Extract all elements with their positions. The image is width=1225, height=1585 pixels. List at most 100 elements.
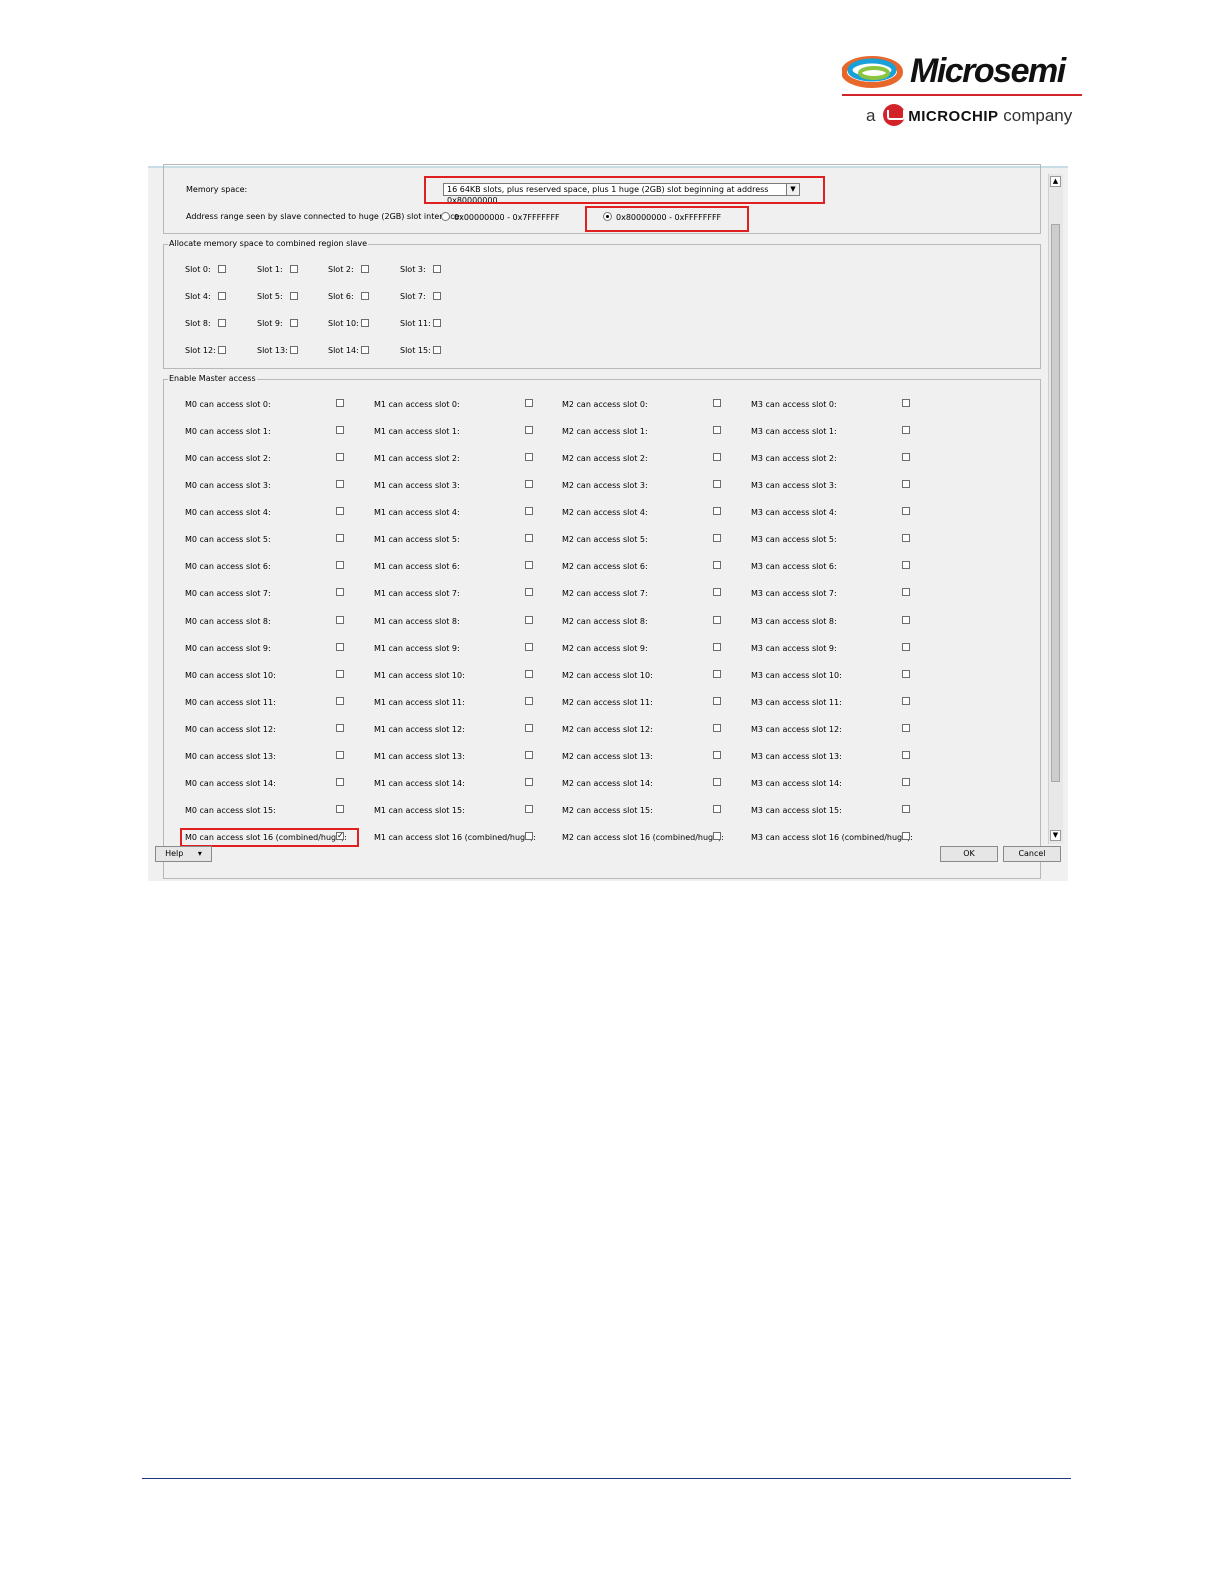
master-access-checkbox[interactable] xyxy=(902,724,910,732)
scroll-up-icon[interactable]: ▲ xyxy=(1050,176,1061,187)
master-access-checkbox[interactable] xyxy=(902,832,910,840)
scroll-down-icon[interactable]: ▼ xyxy=(1050,830,1061,841)
slot-checkbox[interactable] xyxy=(433,319,441,327)
master-access-checkbox[interactable] xyxy=(525,778,533,786)
slot-checkbox[interactable] xyxy=(361,292,369,300)
master-access-checkbox[interactable] xyxy=(902,534,910,542)
help-button[interactable]: Help ▾ xyxy=(155,846,212,862)
slot-label: Slot 1: xyxy=(257,265,283,274)
master-access-checkbox[interactable] xyxy=(336,453,344,461)
master-access-checkbox[interactable] xyxy=(902,616,910,624)
address-range-option-low[interactable]: 0x00000000 - 0x7FFFFFFF xyxy=(441,212,560,222)
slot-checkbox[interactable] xyxy=(433,292,441,300)
slot-checkbox[interactable] xyxy=(361,346,369,354)
slot-checkbox[interactable] xyxy=(290,346,298,354)
master-access-checkbox[interactable] xyxy=(902,480,910,488)
master-access-checkbox[interactable] xyxy=(902,399,910,407)
master-access-checkbox[interactable] xyxy=(525,832,533,840)
master-access-checkbox[interactable] xyxy=(336,643,344,651)
slot-checkbox[interactable] xyxy=(290,265,298,273)
master-access-checkbox[interactable] xyxy=(525,751,533,759)
master-access-checkbox[interactable] xyxy=(525,724,533,732)
microchip-icon xyxy=(883,104,906,126)
radio-low-icon[interactable] xyxy=(441,212,450,221)
master-access-checkbox[interactable] xyxy=(902,643,910,651)
master-access-checkbox[interactable] xyxy=(336,778,344,786)
slot-checkbox[interactable] xyxy=(361,265,369,273)
master-access-checkbox[interactable] xyxy=(525,507,533,515)
master-access-checkbox[interactable] xyxy=(525,588,533,596)
master-access-checkbox[interactable] xyxy=(525,399,533,407)
address-range-option-high[interactable]: 0x80000000 - 0xFFFFFFFF xyxy=(603,212,721,222)
master-access-checkbox[interactable] xyxy=(713,588,721,596)
master-access-checkbox[interactable] xyxy=(902,805,910,813)
master-access-checkbox[interactable] xyxy=(336,588,344,596)
master-access-checkbox[interactable] xyxy=(525,643,533,651)
master-access-checkbox[interactable] xyxy=(336,805,344,813)
master-access-checkbox[interactable] xyxy=(902,751,910,759)
master-access-checkbox[interactable] xyxy=(713,805,721,813)
slot-checkbox[interactable] xyxy=(290,319,298,327)
ok-button[interactable]: OK xyxy=(940,846,998,862)
master-access-checkbox[interactable] xyxy=(902,426,910,434)
slot-checkbox[interactable] xyxy=(218,319,226,327)
master-access-checkbox[interactable] xyxy=(336,561,344,569)
radio-high-icon[interactable] xyxy=(603,212,612,221)
master-access-checkbox[interactable] xyxy=(336,832,344,840)
master-access-checkbox[interactable] xyxy=(336,724,344,732)
vertical-scrollbar[interactable]: ▲ ▼ xyxy=(1048,174,1063,844)
master-access-checkbox[interactable] xyxy=(713,534,721,542)
slot-checkbox[interactable] xyxy=(290,292,298,300)
master-access-checkbox[interactable] xyxy=(336,697,344,705)
master-access-checkbox[interactable] xyxy=(525,616,533,624)
slot-checkbox[interactable] xyxy=(218,346,226,354)
master-access-checkbox[interactable] xyxy=(713,399,721,407)
master-access-checkbox[interactable] xyxy=(713,507,721,515)
slot-checkbox[interactable] xyxy=(218,265,226,273)
master-access-checkbox[interactable] xyxy=(336,480,344,488)
slot-checkbox[interactable] xyxy=(433,346,441,354)
master-access-checkbox[interactable] xyxy=(525,426,533,434)
master-access-checkbox[interactable] xyxy=(336,670,344,678)
master-access-checkbox[interactable] xyxy=(713,616,721,624)
slot-checkbox[interactable] xyxy=(218,292,226,300)
master-access-checkbox[interactable] xyxy=(713,670,721,678)
master-access-checkbox[interactable] xyxy=(525,561,533,569)
master-access-checkbox[interactable] xyxy=(525,453,533,461)
master-access-checkbox[interactable] xyxy=(713,561,721,569)
master-access-checkbox[interactable] xyxy=(713,426,721,434)
master-access-checkbox[interactable] xyxy=(713,778,721,786)
master-access-checkbox[interactable] xyxy=(713,751,721,759)
master-access-checkbox[interactable] xyxy=(713,453,721,461)
master-access-checkbox[interactable] xyxy=(713,697,721,705)
master-access-checkbox[interactable] xyxy=(336,751,344,759)
master-access-checkbox[interactable] xyxy=(336,507,344,515)
master-access-checkbox[interactable] xyxy=(713,643,721,651)
slot-checkbox[interactable] xyxy=(361,319,369,327)
master-access-checkbox[interactable] xyxy=(525,670,533,678)
cancel-button[interactable]: Cancel xyxy=(1003,846,1061,862)
master-access-checkbox[interactable] xyxy=(713,832,721,840)
master-access-checkbox[interactable] xyxy=(902,453,910,461)
master-access-checkbox[interactable] xyxy=(525,697,533,705)
scrollbar-thumb[interactable] xyxy=(1051,224,1060,782)
master-access-checkbox[interactable] xyxy=(902,561,910,569)
master-access-checkbox[interactable] xyxy=(713,480,721,488)
master-access-checkbox[interactable] xyxy=(902,697,910,705)
master-access-checkbox[interactable] xyxy=(525,480,533,488)
master-access-checkbox[interactable] xyxy=(525,805,533,813)
slot-label: Slot 2: xyxy=(328,265,354,274)
master-access-checkbox[interactable] xyxy=(336,616,344,624)
master-access-checkbox[interactable] xyxy=(902,507,910,515)
memory-space-select[interactable]: 16 64KB slots, plus reserved space, plus… xyxy=(443,183,800,205)
master-access-checkbox[interactable] xyxy=(336,534,344,542)
master-access-checkbox[interactable] xyxy=(525,534,533,542)
master-access-checkbox[interactable] xyxy=(902,588,910,596)
master-access-checkbox[interactable] xyxy=(336,399,344,407)
slot-checkbox[interactable] xyxy=(433,265,441,273)
master-access-checkbox[interactable] xyxy=(713,724,721,732)
master-access-checkbox[interactable] xyxy=(902,778,910,786)
chevron-down-icon[interactable]: ▼ xyxy=(786,184,799,195)
master-access-checkbox[interactable] xyxy=(902,670,910,678)
master-access-checkbox[interactable] xyxy=(336,426,344,434)
